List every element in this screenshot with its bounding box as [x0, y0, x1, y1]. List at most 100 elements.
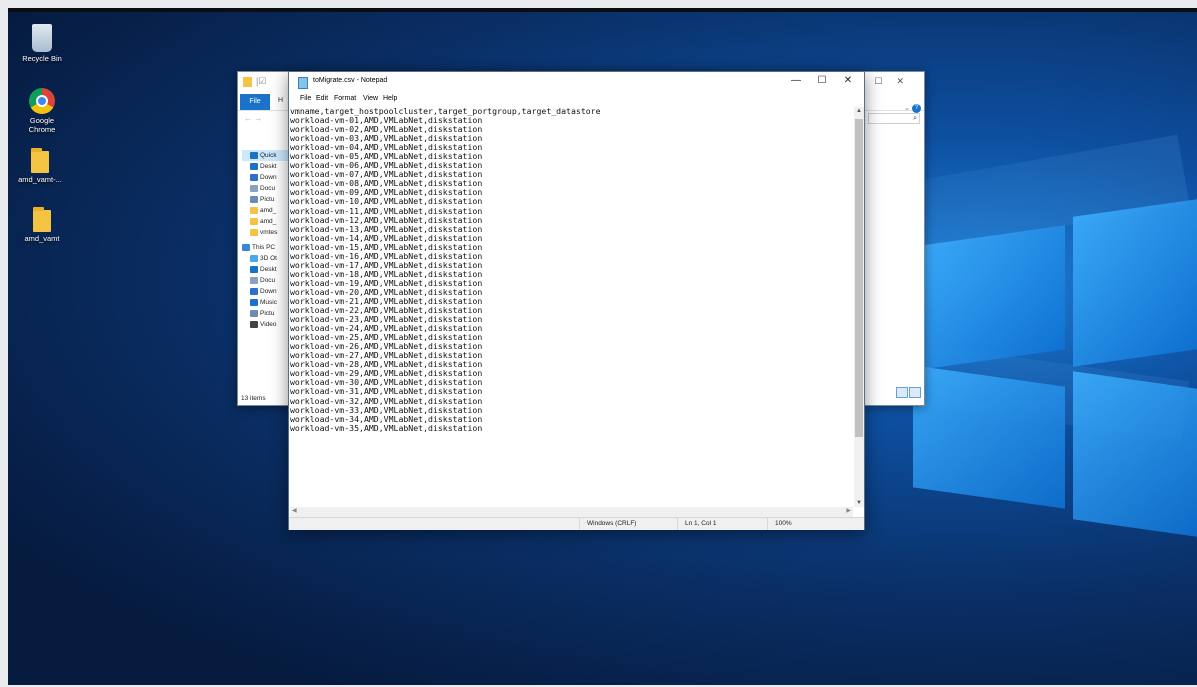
vertical-scrollbar[interactable]: ▲ ▼	[854, 107, 864, 507]
sidebar-item[interactable]: Deskt	[250, 264, 277, 275]
restore-icon[interactable]: ☐	[874, 76, 896, 86]
sidebar-item-label: Docu	[260, 185, 276, 192]
details-view-icon[interactable]	[896, 387, 908, 398]
sidebar-item-label: Pictu	[260, 310, 275, 317]
status-zoom: 100%	[775, 520, 792, 527]
scroll-down-icon[interactable]: ▼	[854, 500, 864, 506]
folder-icon	[243, 77, 252, 87]
quick-access-toolbar-icon[interactable]: |☑	[256, 76, 266, 87]
sidebar-item-label: Down	[260, 174, 277, 181]
sidebar-item[interactable]: This PC	[242, 242, 275, 253]
sidebar-item-label: Quick	[260, 152, 277, 159]
sidebar-item-label: Deskt	[260, 266, 277, 273]
folder-icon	[31, 148, 49, 173]
status-bar: Windows (CRLF) Ln 1, Col 1 100%	[289, 517, 864, 530]
status-line-ending: Windows (CRLF)	[587, 520, 637, 527]
document-icon	[250, 276, 258, 284]
desktop-icon-label: amd_vamt-...	[18, 175, 62, 184]
desktop-icon-recycle-bin[interactable]: Recycle Bin	[11, 24, 73, 63]
chrome-icon	[29, 88, 55, 114]
sidebar-item[interactable]: Docu	[250, 183, 275, 194]
video-icon	[250, 320, 258, 328]
download-icon	[250, 287, 258, 295]
sidebar-item-label: Music	[260, 299, 277, 306]
menu-bar: File Edit Format View Help	[289, 94, 864, 106]
sidebar-item[interactable]: 3D Ot	[250, 253, 277, 264]
sidebar-item[interactable]: Down	[250, 172, 277, 183]
sidebar-item-label: Pictu	[260, 196, 275, 203]
folder-icon	[33, 207, 51, 232]
sidebar-item-label: amd_	[260, 218, 277, 225]
window-title: toMigrate.csv - Notepad	[313, 77, 388, 84]
sidebar-item[interactable]: amd_	[250, 216, 276, 227]
sidebar-item[interactable]: Deskt	[250, 161, 277, 172]
sidebar-item[interactable]: Video	[250, 319, 277, 330]
menu-help[interactable]: Help	[383, 95, 397, 102]
menu-file[interactable]: File	[300, 95, 311, 102]
sidebar-item-label: Docu	[260, 277, 276, 284]
document-icon	[250, 184, 258, 192]
desktop-icon-amd-vamt[interactable]: amd_vamt	[11, 207, 73, 243]
star-icon	[250, 151, 258, 159]
desktop-icon-label: amd_vamt	[24, 234, 60, 243]
tab-home[interactable]: H	[278, 97, 283, 104]
desktop-icon-label: Google Chrome	[28, 116, 56, 134]
maximize-icon[interactable]: ☐	[812, 75, 832, 86]
horizontal-scrollbar[interactable]: ◀ ▶	[290, 507, 853, 517]
sidebar-item[interactable]: Quick	[242, 150, 294, 161]
notepad-titlebar[interactable]: toMigrate.csv - Notepad — ☐ ✕	[289, 72, 864, 94]
close-icon[interactable]: ✕	[838, 75, 858, 86]
download-icon	[250, 173, 258, 181]
items-count: 13 items	[241, 395, 266, 402]
back-forward-icon[interactable]: ← →	[244, 114, 262, 123]
search-icon[interactable]: ⌕	[868, 113, 920, 124]
menu-view[interactable]: View	[363, 95, 378, 102]
scroll-right-icon[interactable]: ▶	[846, 507, 851, 514]
sidebar-item-label: 3D Ot	[260, 255, 277, 262]
text-line: workload-vm-35,AMD,VMLabNet,diskstation	[290, 422, 483, 433]
explorer-window-controls[interactable]: ☐✕	[874, 76, 918, 87]
sidebar-item[interactable]: amd_	[250, 205, 276, 216]
music-icon	[250, 298, 258, 306]
top-border	[8, 8, 1197, 12]
notepad-icon	[298, 77, 308, 89]
sidebar-item-label: This PC	[252, 244, 276, 251]
desktop-icon	[250, 162, 258, 170]
scrollbar-thumb[interactable]	[855, 119, 863, 437]
folder-icon	[250, 217, 258, 225]
status-cursor-position: Ln 1, Col 1	[685, 520, 717, 527]
notepad-window[interactable]: toMigrate.csv - Notepad — ☐ ✕ File Edit …	[288, 71, 865, 530]
desktop-icon-chrome[interactable]: Google Chrome	[11, 88, 73, 134]
sidebar-item[interactable]: vmtes	[250, 227, 277, 238]
sidebar-item[interactable]: Down	[250, 286, 277, 297]
sidebar-item-label: Video	[260, 321, 277, 328]
desktop-icon	[250, 265, 258, 273]
sidebar-item-label: vmtes	[260, 229, 278, 236]
tab-file[interactable]: File	[240, 94, 270, 110]
desktop: Recycle Bin Google Chrome amd_vamt-... a…	[8, 8, 1197, 685]
minimize-icon[interactable]: —	[786, 75, 806, 86]
menu-format[interactable]: Format	[334, 95, 356, 102]
scroll-up-icon[interactable]: ▲	[854, 108, 864, 114]
pictures-icon	[250, 195, 258, 203]
scroll-left-icon[interactable]: ◀	[292, 507, 297, 514]
large-icons-view-icon[interactable]	[909, 387, 921, 398]
sidebar-item-label: Down	[260, 288, 277, 295]
sidebar-item[interactable]: Docu	[250, 275, 275, 286]
desktop-icon-amd-vamt-shortcut[interactable]: amd_vamt-...	[9, 148, 71, 184]
sidebar-item[interactable]: Pictu	[250, 308, 274, 319]
text-editor[interactable]: vmname,target_hostpoolcluster,target_por…	[290, 107, 848, 507]
pc-icon	[242, 243, 250, 251]
menu-edit[interactable]: Edit	[316, 95, 328, 102]
folder-icon	[250, 228, 258, 236]
desktop-icon-label: Recycle Bin	[22, 54, 62, 63]
sidebar-item[interactable]: Music	[250, 297, 277, 308]
sidebar-item-label: amd_	[260, 207, 277, 214]
view-toggle[interactable]	[895, 385, 921, 403]
close-icon[interactable]: ✕	[896, 76, 918, 86]
sidebar-item[interactable]: Pictu	[250, 194, 274, 205]
pictures-icon	[250, 309, 258, 317]
recycle-bin-icon	[32, 24, 52, 52]
3d-objects-icon	[250, 254, 258, 262]
folder-icon	[250, 206, 258, 214]
